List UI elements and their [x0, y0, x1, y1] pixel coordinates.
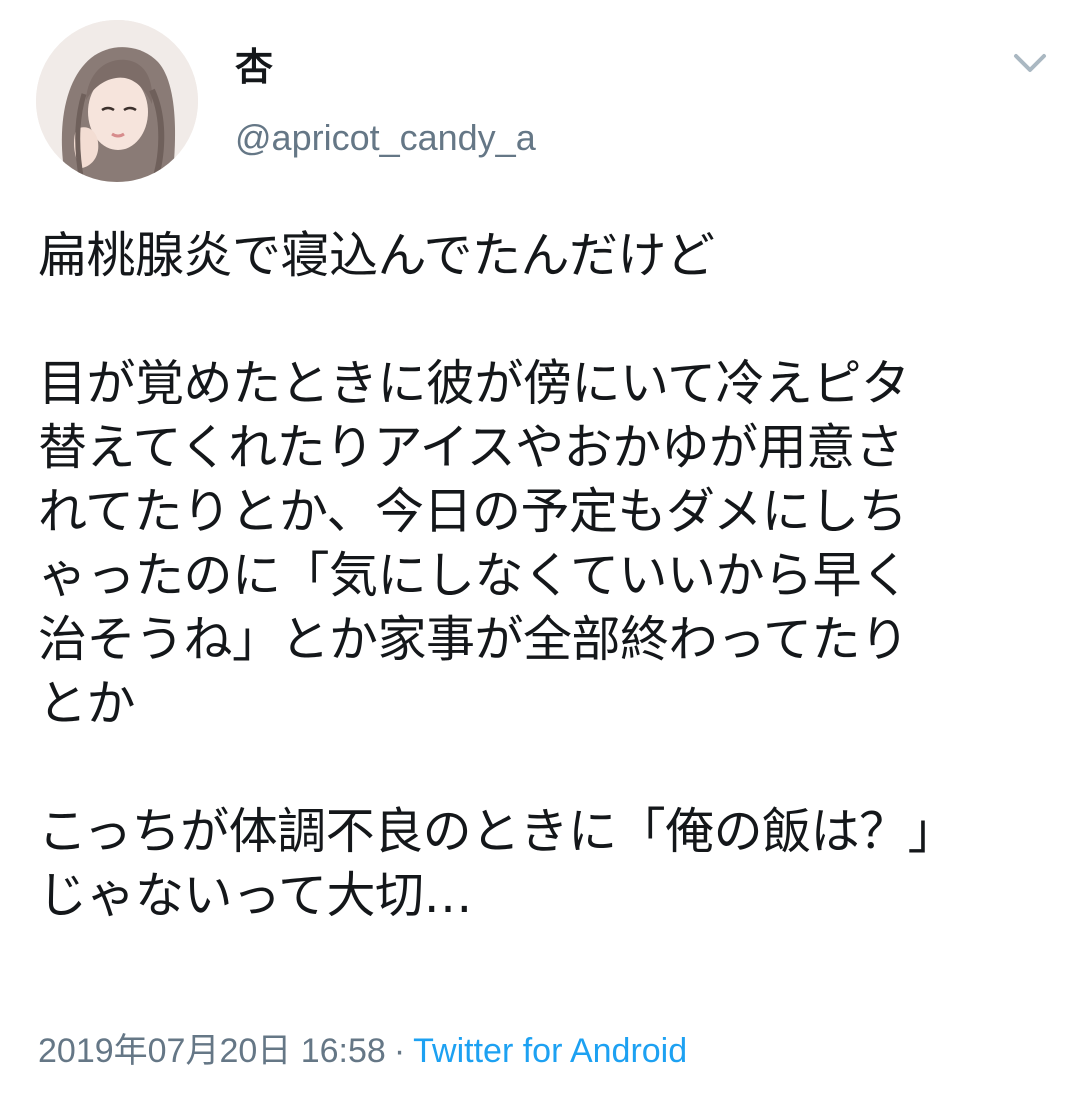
tweet: 杏 @apricot_candy_a 扁桃腺炎で寝込んでたんだけど 目が覚めたと…: [0, 0, 1080, 1103]
avatar-illustration-icon: [36, 20, 198, 182]
display-name[interactable]: 杏: [235, 42, 273, 92]
tweet-meta: 2019年07月20日 16:58 · Twitter for Android: [38, 1028, 687, 1074]
tweet-text: 扁桃腺炎で寝込んでたんだけど 目が覚めたときに彼が傍にいて冷えピタ 替えてくれた…: [38, 227, 957, 924]
meta-separator: ·: [393, 1032, 406, 1070]
avatar[interactable]: [36, 20, 198, 182]
timestamp[interactable]: 2019年07月20日 16:58: [38, 1032, 386, 1070]
user-handle[interactable]: @apricot_candy_a: [235, 114, 536, 162]
source-link[interactable]: Twitter for Android: [413, 1032, 687, 1070]
chevron-down-icon[interactable]: [1008, 46, 1052, 82]
